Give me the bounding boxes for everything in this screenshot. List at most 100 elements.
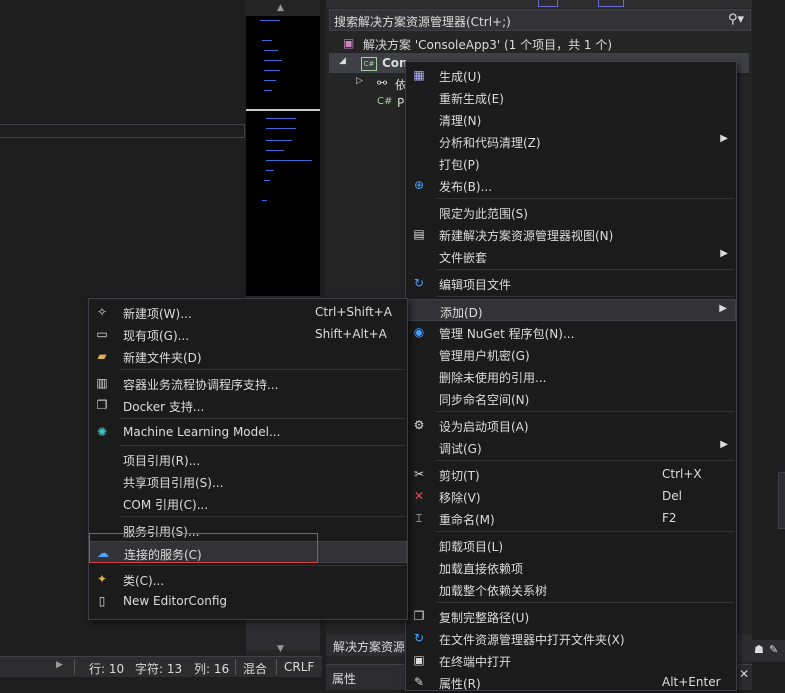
menu-separator (119, 418, 405, 419)
user-icon[interactable]: ☗ (754, 643, 764, 656)
add-menu-item-1[interactable]: ▭ 现有项(G)... Shift+Alt+A (89, 323, 407, 345)
project-context-menu: ▦ 生成(U) 重新生成(E) 清理(N) 分析和代码清理(Z) ▶ 打包(P) ⊕ 发布(B)… (405, 61, 737, 691)
scrollbar-handle[interactable] (778, 472, 785, 529)
context-menu-item-11[interactable]: ◉ 管理 NuGet 程序包(N)... (406, 321, 736, 343)
menu-item-label: 卸载项目(L) (439, 540, 504, 554)
menu-item-label: 调试(G) (439, 442, 482, 456)
search-icon[interactable]: ⚲▾ (728, 12, 744, 27)
context-menu-item-17[interactable]: ✂ 剪切(T) Ctrl+X (406, 463, 736, 485)
menu-item-shortcut: Shift+Alt+A (315, 327, 387, 341)
solution-explorer-search[interactable]: 搜索解决方案资源管理器(Ctrl+;) ⚲▾ (329, 9, 751, 31)
gear-icon: ⚙ (413, 418, 425, 432)
scroll-down-arrow-icon[interactable]: ▼ (277, 644, 284, 654)
add-menu-item-8[interactable]: COM 引用(C)... (89, 492, 407, 514)
add-menu-item-0[interactable]: ✧ 新建项(W)... Ctrl+Shift+A (89, 301, 407, 323)
context-menu-item-5[interactable]: ⊕ 发布(B)... (406, 174, 736, 196)
wrench-icon[interactable]: ✎ (769, 643, 778, 656)
menu-item-label: 加载整个依赖关系树 (439, 584, 548, 598)
toolbar-button-icon[interactable] (598, 0, 624, 7)
context-menu-item-20[interactable]: 卸载项目(L) (406, 534, 736, 556)
context-menu-item-25[interactable]: ▣ 在终端中打开 (406, 649, 736, 671)
menu-item-label: 复制完整路径(U) (439, 611, 530, 625)
menu-separator (119, 369, 405, 370)
scroll-up-arrow-icon[interactable]: ▲ (277, 3, 284, 13)
context-menu-item-22[interactable]: 加载整个依赖关系树 (406, 578, 736, 600)
add-menu-item-9[interactable]: 服务引用(S)... (89, 519, 407, 541)
close-icon[interactable]: ✕ (739, 667, 749, 681)
context-menu-item-3[interactable]: 分析和代码清理(Z) ▶ (406, 130, 736, 152)
expand-arrow-icon[interactable]: ▷ (356, 76, 363, 86)
context-menu-item-19[interactable]: ⌶ 重命名(M) F2 (406, 507, 736, 529)
context-menu-item-23[interactable]: ❐ 复制完整路径(U) (406, 605, 736, 627)
submenu-arrow-icon: ▶ (720, 439, 728, 450)
menu-item-label: 类(C)... (123, 574, 165, 588)
add-menu-item-7[interactable]: 共享项目引用(S)... (89, 470, 407, 492)
context-menu-item-2[interactable]: 清理(N) (406, 108, 736, 130)
add-submenu: ✧ 新建项(W)... Ctrl+Shift+A ▭ 现有项(G)... Shift+Al… (88, 298, 408, 620)
menu-item-label: 重新生成(E) (439, 92, 504, 106)
tab-solution-explorer[interactable]: 解决方案资源 (333, 638, 405, 655)
status-line[interactable]: 行: 10 (89, 660, 124, 677)
solution-icon: ▣ (343, 36, 355, 50)
add-menu-item-10[interactable]: ☁ 连接的服务(C) (89, 541, 407, 563)
menu-item-label: 编辑项目文件 (439, 278, 512, 292)
menu-item-shortcut: Del (662, 489, 682, 503)
context-menu-item-6[interactable]: 限定为此范围(S) (406, 201, 736, 223)
submenu-arrow-icon: ▶ (719, 303, 727, 314)
add-menu-item-12[interactable]: ▯ New EditorConfig (89, 590, 407, 612)
tree-item-solution[interactable]: ▣ 解决方案 'ConsoleApp3' (1 个项目，共 1 个) (329, 33, 749, 53)
add-menu-item-4[interactable]: ❐ Docker 支持... (89, 394, 407, 416)
context-menu-item-12[interactable]: 管理用户机密(G) (406, 343, 736, 365)
status-char[interactable]: 字符: 13 (135, 660, 182, 677)
new-item-icon: ✧ (96, 305, 108, 319)
menu-separator (436, 602, 734, 603)
dependencies-icon: ⚯ (377, 76, 388, 90)
context-menu-item-13[interactable]: 删除未使用的引用... (406, 365, 736, 387)
menu-item-label: 在文件资源管理器中打开文件夹(X) (439, 633, 625, 647)
menu-item-label: 清理(N) (439, 114, 482, 128)
menu-item-label: 限定为此范围(S) (439, 207, 528, 221)
menu-item-label: 管理用户机密(G) (439, 349, 530, 363)
add-menu-item-5[interactable]: ✺ Machine Learning Model... (89, 421, 407, 443)
tree-item-dependencies[interactable]: ▷ ⚯ 依 (329, 73, 409, 93)
status-bar: ▶ 行: 10 字符: 13 列: 16 混合 CRLF (0, 656, 322, 677)
context-menu-item-7[interactable]: ▤ 新建解决方案资源管理器视图(N) (406, 223, 736, 245)
context-menu-item-4[interactable]: 打包(P) (406, 152, 736, 174)
add-menu-item-6[interactable]: 项目引用(R)... (89, 448, 407, 470)
add-menu-item-11[interactable]: ✦ 类(C)... (89, 568, 407, 590)
menu-item-shortcut: Ctrl+X (662, 467, 702, 481)
context-menu-item-16[interactable]: 调试(G) ▶ (406, 436, 736, 458)
collapse-arrow-icon[interactable]: ◢ (339, 56, 346, 66)
context-menu-item-21[interactable]: 加载直接依赖项 (406, 556, 736, 578)
context-menu-item-1[interactable]: 重新生成(E) (406, 86, 736, 108)
context-menu-item-24[interactable]: ↻ 在文件资源管理器中打开文件夹(X) (406, 627, 736, 649)
add-menu-item-2[interactable]: ▰ 新建文件夹(D) (89, 345, 407, 367)
new-view-icon: ▤ (413, 227, 425, 241)
properties-title: 属性 (332, 672, 357, 686)
scissors-icon: ✂ (413, 467, 425, 481)
toolbar-button-icon[interactable] (538, 0, 558, 7)
context-menu-item-0[interactable]: ▦ 生成(U) (406, 64, 736, 86)
add-menu-item-3[interactable]: ▥ 容器业务流程协调程序支持... (89, 372, 407, 394)
status-line-ending[interactable]: CRLF (284, 660, 314, 674)
context-menu-item-18[interactable]: ✕ 移除(V) Del (406, 485, 736, 507)
context-menu-item-15[interactable]: ⚙ 设为启动项目(A) (406, 414, 736, 436)
context-menu-item-10[interactable]: 添加(D) ▶ (406, 299, 736, 321)
scroll-right-arrow-icon[interactable]: ▶ (56, 660, 63, 670)
menu-item-label: Machine Learning Model... (123, 425, 281, 439)
status-col[interactable]: 列: 16 (194, 660, 229, 677)
edit-project-icon: ↻ (413, 276, 425, 290)
search-input[interactable]: 搜索解决方案资源管理器(Ctrl+;) (334, 13, 511, 30)
context-menu-item-26[interactable]: ✎ 属性(R) Alt+Enter (406, 671, 736, 693)
context-menu-item-9[interactable]: ↻ 编辑项目文件 (406, 272, 736, 294)
context-menu-item-8[interactable]: 文件嵌套 ▶ (406, 245, 736, 267)
menu-item-label: 容器业务流程协调程序支持... (123, 378, 279, 392)
menu-item-label: 重命名(M) (439, 513, 495, 527)
tree-item-program[interactable]: C# P (329, 93, 409, 113)
globe-icon: ⊕ (413, 178, 425, 192)
menu-separator (119, 516, 405, 517)
context-menu-item-14[interactable]: 同步命名空间(N) (406, 387, 736, 409)
menu-item-shortcut: Alt+Enter (662, 675, 721, 689)
status-whitespace[interactable]: 混合 (243, 660, 267, 677)
build-icon: ▦ (413, 68, 425, 82)
